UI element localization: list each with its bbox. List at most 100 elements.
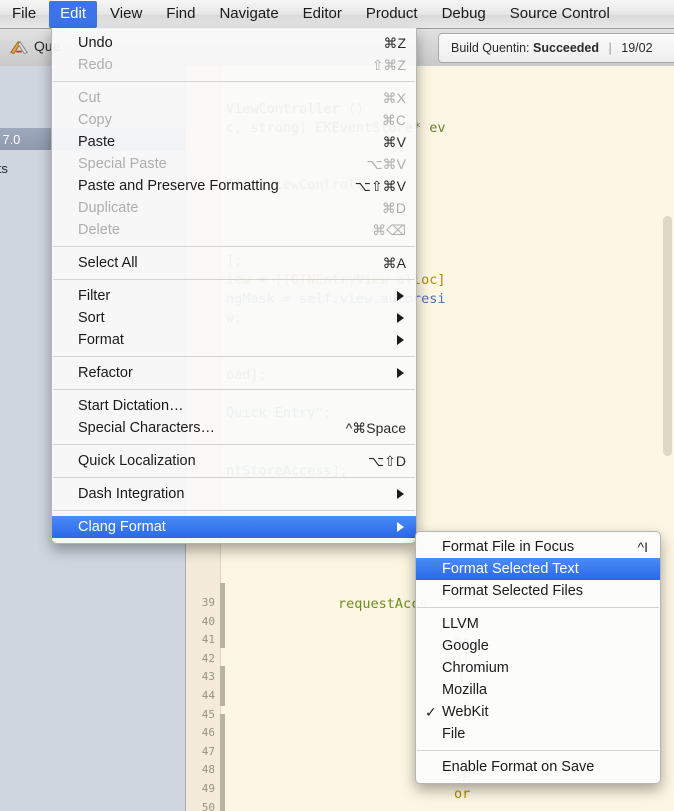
menu-item-file[interactable]: File <box>416 723 660 745</box>
menu-item-filter[interactable]: Filter <box>52 285 416 307</box>
build-status-bar[interactable]: Build Quentin: Succeeded | 19/02 <box>438 33 674 63</box>
menu-item-google[interactable]: Google <box>416 635 660 657</box>
submenu-arrow-icon <box>397 489 404 499</box>
line-number: 42 <box>202 652 215 665</box>
menu-item-label: Redo <box>78 57 113 73</box>
checkmark-icon: ✓ <box>425 704 437 721</box>
submenu-arrow-icon <box>397 313 404 323</box>
menu-item-label: Filter <box>78 288 110 304</box>
build-status-date: 19/02 <box>621 41 652 55</box>
menu-item-dash-integration[interactable]: Dash Integration <box>52 483 416 505</box>
menu-item-shortcut: ⌥⇧⌘V <box>337 178 406 195</box>
menu-item-llvm[interactable]: LLVM <box>416 613 660 635</box>
menu-item-label: Dash Integration <box>78 486 184 502</box>
application-menu-bar[interactable]: FileEditViewFindNavigateEditorProductDeb… <box>0 0 674 29</box>
menubar-item-file[interactable]: File <box>1 1 47 28</box>
line-number: 49 <box>202 782 215 795</box>
submenu-arrow-icon <box>397 522 404 532</box>
build-status-text: Build Quentin: Succeeded | 19/02 <box>439 41 653 55</box>
menu-item-refactor[interactable]: Refactor <box>52 362 416 384</box>
menu-item-format[interactable]: Format <box>52 329 416 351</box>
menubar-item-source-control[interactable]: Source Control <box>499 1 621 28</box>
menu-item-label: Quick Localization <box>78 453 196 469</box>
menu-item-label: Paste <box>78 134 115 150</box>
menubar-item-view[interactable]: View <box>99 1 153 28</box>
menu-item-sort[interactable]: Sort <box>52 307 416 329</box>
menu-item-shortcut: ⌘C <box>364 112 406 129</box>
line-number: 43 <box>202 670 215 683</box>
menu-item-shortcut: ⌘V <box>365 134 406 151</box>
menu-item-paste-and-preserve-formatting[interactable]: Paste and Preserve Formatting⌥⇧⌘V <box>52 175 416 197</box>
editor-vertical-scrollbar[interactable] <box>663 216 672 456</box>
menu-item-enable-format-on-save[interactable]: Enable Format on Save <box>416 756 660 778</box>
menu-item-shortcut: ⌥⇧D <box>350 453 406 470</box>
menubar-item-navigate[interactable]: Navigate <box>208 1 289 28</box>
menu-item-special-characters[interactable]: Special Characters… ^⌘Space <box>52 417 416 439</box>
build-status-separator: | <box>603 41 618 55</box>
menu-separator <box>53 279 415 280</box>
menu-item-start-dictation[interactable]: Start Dictation… <box>52 395 416 417</box>
menubar-item-find[interactable]: Find <box>155 1 206 28</box>
menu-item-duplicate: Duplicate ⌘D <box>52 197 416 219</box>
menu-item-label: Format Selected Files <box>442 583 583 599</box>
menu-item-label: Mozilla <box>442 682 487 698</box>
submenu-arrow-icon <box>397 368 404 378</box>
edit-dropdown-menu[interactable]: Undo ⌘Z Redo⇧⌘Z Cut⌘XCopy⌘C Paste ⌘V Special P… <box>51 28 417 544</box>
build-status-result: Succeeded <box>533 41 599 55</box>
menubar-item-product[interactable]: Product <box>355 1 429 28</box>
menu-item-shortcut: ^⌘Space <box>328 420 406 437</box>
menu-item-special-paste: Special Paste ⌥⌘V <box>52 153 416 175</box>
line-number: 50 <box>202 801 215 811</box>
gutter-change-bar <box>220 666 225 706</box>
menu-separator <box>53 246 415 247</box>
menu-item-redo: Redo⇧⌘Z <box>52 54 416 76</box>
menu-item-label: File <box>442 726 465 742</box>
line-number: 46 <box>202 726 215 739</box>
menubar-item-edit[interactable]: Edit <box>49 1 97 28</box>
menu-item-undo[interactable]: Undo ⌘Z <box>52 32 416 54</box>
menu-item-paste[interactable]: Paste ⌘V <box>52 131 416 153</box>
menu-item-format-selected-text[interactable]: Format Selected Text <box>416 558 660 580</box>
menubar-item-editor[interactable]: Editor <box>292 1 353 28</box>
menu-separator <box>417 750 659 751</box>
menu-item-label: Select All <box>78 255 138 271</box>
menu-item-label: Format <box>78 332 124 348</box>
menu-item-copy: Copy⌘C <box>52 109 416 131</box>
menu-item-label: Enable Format on Save <box>442 759 594 775</box>
menu-item-label: Refactor <box>78 365 133 381</box>
line-number: 48 <box>202 763 215 776</box>
menu-item-shortcut: ⌘D <box>364 200 406 217</box>
menu-item-format-selected-files[interactable]: Format Selected Files <box>416 580 660 602</box>
menubar-item-debug[interactable]: Debug <box>431 1 497 28</box>
gutter-change-bar <box>220 714 225 811</box>
menu-item-chromium[interactable]: Chromium <box>416 657 660 679</box>
menu-item-mozilla[interactable]: Mozilla <box>416 679 660 701</box>
menu-item-label: Undo <box>78 35 113 51</box>
menu-item-label: Special Characters… <box>78 420 215 436</box>
navigator-item-label: ests <box>0 161 8 176</box>
menu-item-label: Special Paste <box>78 156 167 172</box>
line-number: 45 <box>202 708 215 721</box>
menu-separator <box>53 444 415 445</box>
xcode-application-window: Quen Build Quentin: Succeeded | 19/02 SD… <box>0 0 674 811</box>
code-line: or <box>454 785 470 804</box>
menu-item-webkit[interactable]: ✓WebKit <box>416 701 660 723</box>
menu-item-shortcut: ⌥⌘V <box>349 156 406 173</box>
menu-item-label: Format File in Focus <box>442 539 574 555</box>
menu-item-format-file-in-focus[interactable]: Format File in Focus ^I <box>416 536 660 558</box>
menu-separator <box>53 477 415 478</box>
menu-item-label: Google <box>442 638 489 654</box>
build-status-prefix: Build Quentin: <box>451 41 530 55</box>
line-number: 44 <box>202 689 215 702</box>
menu-item-label: Start Dictation… <box>78 398 184 414</box>
menu-item-clang-format[interactable]: Clang Format <box>52 516 416 538</box>
menu-item-label: Duplicate <box>78 200 138 216</box>
menu-item-shortcut: ⌘Z <box>365 35 406 52</box>
menu-separator <box>53 389 415 390</box>
menu-item-select-all[interactable]: Select All⌘A <box>52 252 416 274</box>
menu-item-cut: Cut⌘X <box>52 87 416 109</box>
menu-item-quick-localization[interactable]: Quick Localization ⌥⇧D <box>52 450 416 472</box>
clang-format-submenu[interactable]: Format File in Focus ^I Format Selected Te… <box>415 531 661 784</box>
menu-item-shortcut: ^I <box>620 539 648 555</box>
menu-separator <box>53 510 415 511</box>
